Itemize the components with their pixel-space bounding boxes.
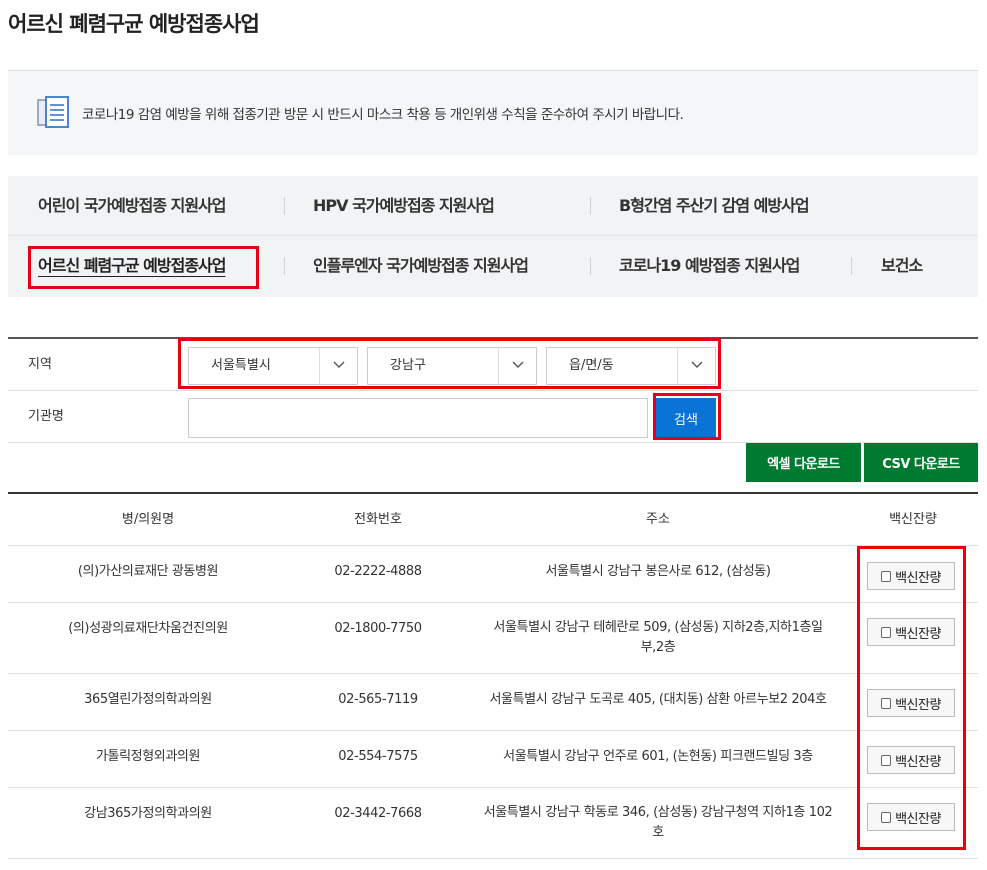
- phone-number: 02-2222-4888: [334, 564, 422, 579]
- header-address: 주소: [646, 512, 670, 527]
- header-phone: 전화번호: [354, 512, 402, 527]
- address: 서울특별시 강남구 도곡로 405, (대치동) 삼환 아르누보2 204호: [489, 692, 827, 707]
- table-row: 365열린가정의학과의원 02-565-7119 서울특별시 강남구 도곡로 4…: [8, 674, 978, 731]
- address: 서울특별시 강남구 언주로 601, (논현동) 피크랜드빌딩 3층: [503, 749, 813, 764]
- table-row: 가톨릭정형외과의원 02-554-7575 서울특별시 강남구 언주로 601,…: [8, 731, 978, 788]
- vaccine-column-highlight: [857, 546, 966, 850]
- csv-download-button[interactable]: CSV 다운로드: [864, 443, 978, 482]
- region-select-highlight: [178, 338, 721, 389]
- table-row: 강남365가정의학과의원 02-3442-7668 서울특별시 강남구 학동로 …: [8, 788, 978, 859]
- tab-hpv-vaccination[interactable]: HPV 국가예방접종 지원사업: [313, 176, 495, 236]
- institution-name: 가톨릭정형외과의원: [95, 749, 201, 764]
- notice-text: 코로나19 감염 예방을 위해 접종기관 방문 시 반드시 마스크 착용 등 개…: [82, 107, 684, 123]
- active-tab-highlight: [28, 246, 259, 289]
- tab-covid19-vaccination[interactable]: 코로나19 예방접종 지원사업: [619, 236, 800, 296]
- address: 서울특별시 강남구 테헤란로 509, (삼성동) 지하2층,지하1층일부,2층: [493, 620, 823, 655]
- institution-name: 365열린가정의학과의원: [84, 692, 212, 707]
- region-label: 지역: [28, 357, 52, 372]
- table-header: 병/의원명 전화번호 주소 백신잔량: [8, 494, 978, 546]
- table-row: (의)성광의료재단차움건진의원 02-1800-7750 서울특별시 강남구 테…: [8, 603, 978, 674]
- excel-download-button[interactable]: 엑셀 다운로드: [746, 443, 861, 482]
- page-title: 어르신 폐렴구균 예방접종사업: [8, 12, 260, 36]
- phone-number: 02-3442-7668: [334, 806, 422, 821]
- document-list-icon: [36, 95, 72, 131]
- institution-name-label: 기관명: [28, 409, 64, 424]
- table-row: (의)가산의료재단 광동병원 02-2222-4888 서울특별시 강남구 봉은…: [8, 546, 978, 603]
- institution-table: 병/의원명 전화번호 주소 백신잔량 (의)가산의료재단 광동병원 02-222…: [8, 492, 978, 859]
- tab-influenza-vaccination[interactable]: 인플루엔자 국가예방접종 지원사업: [313, 236, 529, 296]
- header-name: 병/의원명: [121, 512, 175, 527]
- phone-number: 02-565-7119: [338, 692, 418, 707]
- address: 서울특별시 강남구 봉은사로 612, (삼성동): [545, 564, 771, 579]
- institution-name: (의)가산의료재단 광동병원: [77, 564, 219, 579]
- tab-health-center[interactable]: 보건소: [881, 236, 923, 296]
- institution-name: 강남365가정의학과의원: [84, 806, 212, 821]
- institution-name-input[interactable]: [188, 398, 648, 438]
- address: 서울특별시 강남구 학동로 346, (삼성동) 강남구청역 지하1층 102호: [483, 805, 833, 840]
- notice-box: 코로나19 감염 예방을 위해 접종기관 방문 시 반드시 마스크 착용 등 개…: [8, 71, 978, 155]
- header-vaccine: 백신잔량: [889, 512, 937, 527]
- institution-name: (의)성광의료재단차움건진의원: [68, 621, 228, 636]
- tab-child-vaccination[interactable]: 어린이 국가예방접종 지원사업: [38, 176, 227, 236]
- phone-number: 02-1800-7750: [334, 621, 422, 636]
- search-button-highlight: [653, 393, 721, 440]
- phone-number: 02-554-7575: [338, 749, 418, 764]
- tab-hepatitis-b[interactable]: B형간염 주산기 감염 예방사업: [619, 176, 810, 236]
